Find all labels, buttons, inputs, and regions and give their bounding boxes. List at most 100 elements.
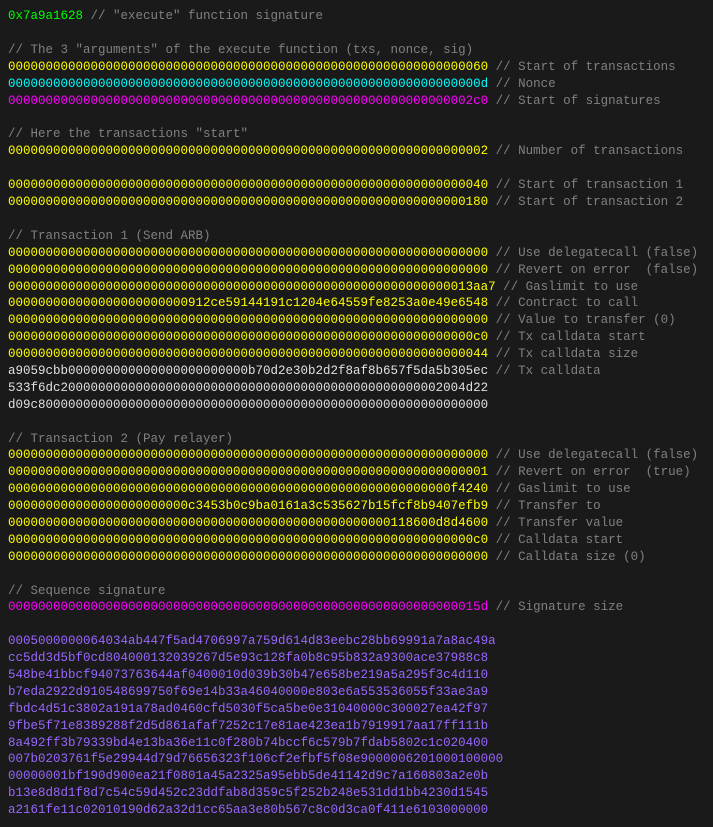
sig-data-8: 00000001bf190d900ea21f0801a45a2325a95ebb… [8,768,705,785]
hex-word: 0000000000000000000000000000000000000000… [8,60,488,74]
tx2-row-2: 0000000000000000000000000000000000000000… [8,481,705,498]
calldata: a9059cbb000000000000000000000000b70d2e30… [8,364,488,378]
sig-size-line: 0000000000000000000000000000000000000000… [8,599,705,616]
comment: // Calldata size (0) [488,550,646,564]
hex-word: 0000000000000000000000000000000000000000… [8,516,488,530]
comment: // Use delegatecall (false) [488,448,698,462]
tx1-row-1: 0000000000000000000000000000000000000000… [8,262,705,279]
hex-word: 0000000000000000000000000000000000000000… [8,313,488,327]
calldata: 533f6dc200000000000000000000000000000000… [8,381,488,395]
hex-word: 0000000000000000000000000000000000000000… [8,533,488,547]
sig-data-9: b13e8d8d1f8d7c54c59d452c23ddfab8d359c5f2… [8,785,705,802]
hex-word: 0000000000000000000000000000000000000000… [8,347,488,361]
signature-data: a2161fe11c02010190d62a32d1cc65aa3e80b567… [8,803,488,817]
signature-data: b7eda2922d910548699750f69e14b33a46040000… [8,685,488,699]
comment: // Tx calldata [488,364,601,378]
calldata: d09c800000000000000000000000000000000000… [8,398,488,412]
tx1-row-6: 0000000000000000000000000000000000000000… [8,346,705,363]
signature-data: 0005000000064034ab447f5ad4706997a759d614… [8,634,496,648]
comment: // Nonce [488,77,556,91]
signature-data: b13e8d8d1f8d7c54c59d452c23ddfab8d359c5f2… [8,786,488,800]
sig-data-7: 007b0203761f5e29944d79d76656323f106cf2ef… [8,751,705,768]
hex-word: 0000000000000000000000000000000000000000… [8,465,488,479]
comment: // Transfer value [488,516,623,530]
num-tx-line: 0000000000000000000000000000000000000000… [8,143,705,160]
hex-word: 0000000000000000000000000000000000000000… [8,280,496,294]
tx2-row-1: 0000000000000000000000000000000000000000… [8,464,705,481]
hex-word: 0000000000000000000000000000000000000000… [8,94,488,108]
sig-data-2: 548be41bbcf94073763644af0400010d039b30b4… [8,667,705,684]
signature-data: cc5dd3d5bf0cd804000132039267d5e93c128fa0… [8,651,488,665]
comment: // Revert on error (false) [488,263,698,277]
hex-word: 0000000000000000000000000000000000000000… [8,448,488,462]
tx2-row-6: 0000000000000000000000000000000000000000… [8,549,705,566]
sig-data-6: 8a492ff3b79339bd4e13ba36e11c0f280b74bccf… [8,735,705,752]
comment: // Start of signatures [488,94,661,108]
sig-data-10: a2161fe11c02010190d62a32d1cc65aa3e80b567… [8,802,705,819]
comment: // Sequence signature [8,584,166,598]
comment: // The 3 "arguments" of the execute func… [8,43,473,57]
hex-word: 0000000000000000000000000000000000000000… [8,195,488,209]
comment: // Tx calldata start [488,330,646,344]
tx-start-header: // Here the transactions "start" [8,126,705,143]
arg-line-2: 0000000000000000000000000000000000000000… [8,93,705,110]
args-header: // The 3 "arguments" of the execute func… [8,42,705,59]
hex-word: 0000000000000000000000000000000000000000… [8,330,488,344]
hex-word: 0000000000000000000000000000000000000000… [8,77,488,91]
hex-word: 0000000000000000000000000000000000000000… [8,482,488,496]
tx1-header: // Transaction 1 (Send ARB) [8,228,705,245]
tx2-row-3: 000000000000000000000000c3453b0c9ba0161a… [8,498,705,515]
arg-line-1: 0000000000000000000000000000000000000000… [8,76,705,93]
tx1-calldata-0: a9059cbb000000000000000000000000b70d2e30… [8,363,705,380]
comment: // Value to transfer (0) [488,313,676,327]
seq-header: // Sequence signature [8,583,705,600]
sig-data-0: 0005000000064034ab447f5ad4706997a759d614… [8,633,705,650]
hex-word: 000000000000000000000000912ce59144191c12… [8,296,488,310]
sig-data-5: 9fbe5f71e8389288f2d5d861afaf7252c17e81ae… [8,718,705,735]
tx-offset-1: 0000000000000000000000000000000000000000… [8,194,705,211]
comment: // Signature size [488,600,623,614]
hex-word: 0000000000000000000000000000000000000000… [8,144,488,158]
tx1-row-5: 0000000000000000000000000000000000000000… [8,329,705,346]
hex-word: 0000000000000000000000000000000000000000… [8,550,488,564]
tx2-row-5: 0000000000000000000000000000000000000000… [8,532,705,549]
hex-word: 0000000000000000000000000000000000000000… [8,178,488,192]
comment: // Transaction 2 (Pay relayer) [8,432,233,446]
comment: // Use delegatecall (false) [488,246,698,260]
arg-line-0: 0000000000000000000000000000000000000000… [8,59,705,76]
tx2-row-4: 0000000000000000000000000000000000000000… [8,515,705,532]
hex-word: 0000000000000000000000000000000000000000… [8,263,488,277]
tx1-calldata-2: d09c800000000000000000000000000000000000… [8,397,705,414]
comment: // Start of transaction 1 [488,178,683,192]
comment: // Number of transactions [488,144,683,158]
tx-offset-0: 0000000000000000000000000000000000000000… [8,177,705,194]
tx2-header: // Transaction 2 (Pay relayer) [8,431,705,448]
tx2-row-0: 0000000000000000000000000000000000000000… [8,447,705,464]
comment: // Gaslimit to use [488,482,631,496]
tx1-row-2: 0000000000000000000000000000000000000000… [8,279,705,296]
comment: // "execute" function signature [83,9,323,23]
comment: // Here the transactions "start" [8,127,248,141]
comment: // Gaslimit to use [496,280,639,294]
comment: // Revert on error (true) [488,465,691,479]
signature-data: 9fbe5f71e8389288f2d5d861afaf7252c17e81ae… [8,719,488,733]
comment: // Calldata start [488,533,623,547]
hex-word: 0000000000000000000000000000000000000000… [8,246,488,260]
signature-data: fbdc4d51c3802a191a78ad0460cfd5030f5ca5be… [8,702,488,716]
sig-data-1: cc5dd3d5bf0cd804000132039267d5e93c128fa0… [8,650,705,667]
hex-word: 000000000000000000000000c3453b0c9ba0161a… [8,499,488,513]
signature-data: 548be41bbcf94073763644af0400010d039b30b4… [8,668,488,682]
signature-data: 8a492ff3b79339bd4e13ba36e11c0f280b74bccf… [8,736,488,750]
signature-data: 00000001bf190d900ea21f0801a45a2325a95ebb… [8,769,488,783]
comment: // Transaction 1 (Send ARB) [8,229,211,243]
tx1-calldata-1: 533f6dc200000000000000000000000000000000… [8,380,705,397]
hex-word: 0000000000000000000000000000000000000000… [8,600,488,614]
comment: // Transfer to [488,499,601,513]
comment: // Start of transaction 2 [488,195,683,209]
comment: // Tx calldata size [488,347,638,361]
selector-line: 0x7a9a1628 // "execute" function signatu… [8,8,705,25]
signature-data: 007b0203761f5e29944d79d76656323f106cf2ef… [8,752,503,766]
function-selector: 0x7a9a1628 [8,9,83,23]
sig-data-4: fbdc4d51c3802a191a78ad0460cfd5030f5ca5be… [8,701,705,718]
comment: // Start of transactions [488,60,676,74]
